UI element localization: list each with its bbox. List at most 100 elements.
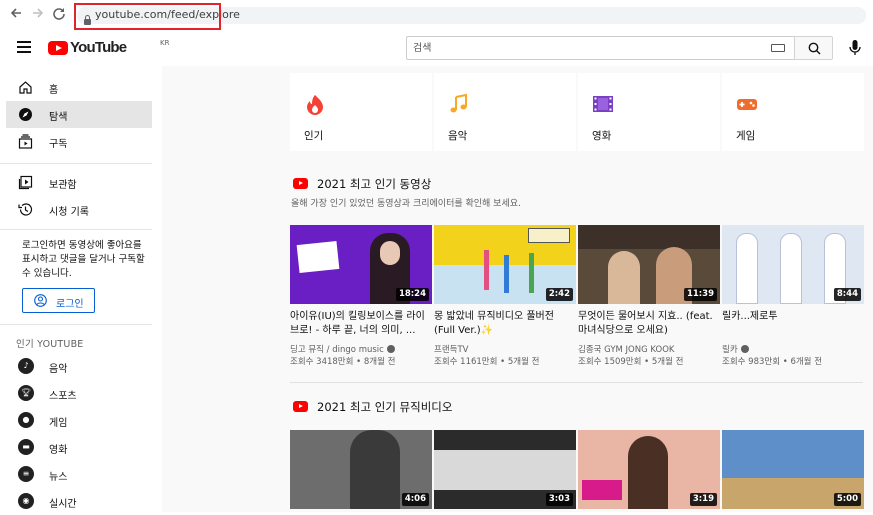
sidebar-item-label: 구독 [49, 139, 68, 150]
sidebar-item-history[interactable]: 시청 기록 [6, 196, 152, 223]
video-title[interactable]: 몽 밟았네 뮤직비디오 풀버전 (Full Ver.)✨ [434, 310, 572, 338]
search-box[interactable] [406, 36, 795, 60]
live-icon: ◉ [18, 493, 34, 509]
region-code: KR [160, 39, 170, 47]
video-duration: 11:39 [683, 288, 717, 301]
forward-icon[interactable] [30, 6, 46, 24]
movie-icon: ▬ [18, 439, 34, 455]
category-card-trending[interactable]: 인기 [290, 73, 432, 151]
explore-main: 인기 음악 영화 게임 2021 최고 인기 동영상 올해 가장 인기 있었던 … [162, 66, 873, 512]
subscriptions-icon [18, 134, 33, 149]
section-subtitle: 올해 가장 인기 있었던 동영상과 크리에이터를 확인해 보세요. [291, 199, 521, 209]
login-button-label: 로그인 [56, 299, 84, 310]
history-icon [18, 203, 33, 216]
search-input[interactable] [413, 41, 753, 56]
video-thumbnail[interactable]: 8:44 [722, 225, 864, 304]
video-duration: 8:44 [833, 288, 861, 301]
sidebar-item-label: 홈 [49, 85, 59, 96]
youtube-mini-logo-icon [293, 178, 308, 189]
video-thumbnail[interactable]: 11:39 [578, 225, 720, 304]
channel-name[interactable]: 프랜득TV [434, 343, 468, 355]
video-thumbnail[interactable]: 3:19 [578, 430, 720, 509]
video-thumbnail[interactable]: 4:06 [290, 430, 432, 509]
sidebar-item-label: 영화 [49, 445, 68, 456]
sidebar-divider [0, 229, 152, 230]
sidebar-item-subscriptions[interactable]: 구독 [6, 128, 152, 155]
channel-name[interactable]: 딩고 뮤직 / dingo music [290, 343, 395, 355]
sidebar-item-explore[interactable]: 탐색 [6, 101, 152, 128]
browser-toolbar: youtube.com/feed/explore [0, 0, 873, 30]
category-card-gaming[interactable]: 게임 [722, 73, 864, 151]
music-icon: ♪ [18, 358, 34, 374]
video-duration: 4:06 [401, 493, 429, 506]
sidebar-divider [0, 163, 152, 164]
section-title: 2021 최고 인기 동영상 [317, 177, 432, 191]
youtube-mini-logo-icon [293, 401, 308, 412]
popular-youtube-heading: 인기 YOUTUBE [16, 339, 84, 350]
category-label: 음악 [448, 130, 468, 142]
sidebar-item-gaming[interactable]: ● 게임 [6, 407, 152, 434]
channel-name[interactable]: 김종국 GYM JONG KOOK [578, 343, 674, 355]
reload-icon[interactable] [51, 6, 67, 24]
video-title[interactable]: 아이유(IU)의 킬링보이스를 라이브로! - 하루 끝, 너의 의미, ... [290, 310, 428, 338]
video-meta: 조회수 3418만회 • 8개월 전 [290, 357, 396, 367]
section-title: 2021 최고 인기 뮤직비디오 [317, 400, 453, 414]
keyboard-icon[interactable] [771, 44, 785, 52]
sidebar-divider [0, 324, 152, 325]
video-thumbnail[interactable]: 18:24 [290, 225, 432, 304]
video-meta: 조회수 983만회 • 6개월 전 [722, 357, 823, 367]
category-card-movies[interactable]: 영화 [578, 73, 720, 151]
sidebar-item-home[interactable]: 홈 [6, 74, 152, 101]
sidebar-item-label: 게임 [49, 418, 68, 429]
sidebar-item-library[interactable]: 보관함 [6, 169, 152, 196]
video-duration: 3:19 [689, 493, 717, 506]
youtube-play-icon [48, 41, 68, 55]
microphone-icon[interactable] [848, 39, 862, 57]
video-thumbnail[interactable]: 5:00 [722, 430, 864, 509]
flame-icon [307, 95, 323, 115]
category-label: 인기 [304, 130, 324, 142]
login-prompt-text: 로그인하면 동영상에 좋아요를 표시하고 댓글을 달거나 구독할 수 있습니다. [22, 240, 145, 279]
video-duration: 5:00 [833, 493, 861, 506]
video-thumbnail[interactable]: 2:42 [434, 225, 576, 304]
sidebar-item-sports[interactable]: 🏆︎ 스포츠 [6, 380, 152, 407]
account-icon [34, 294, 47, 307]
sidebar-item-live[interactable]: ◉ 실시간 [6, 488, 152, 515]
music-note-icon [450, 93, 467, 113]
sidebar-item-label: 실시간 [49, 499, 77, 510]
compass-icon [19, 108, 32, 121]
menu-icon[interactable] [17, 41, 31, 53]
video-meta: 조회수 1509만회 • 5개월 전 [578, 357, 684, 367]
sidebar-item-label: 음악 [49, 364, 68, 375]
video-title[interactable]: 무엇이든 물어보시 지효.. (feat. 마녀식당으로 오세요) [578, 310, 716, 338]
video-duration: 18:24 [395, 288, 429, 301]
url-highlight-box [74, 3, 221, 30]
sidebar: 홈 탐색 구독 보관함 시청 기록 로그인하면 동영상에 좋아요를 표시하고 댓… [0, 66, 162, 512]
verified-icon [740, 345, 749, 353]
back-icon[interactable] [8, 6, 24, 24]
category-label: 게임 [736, 130, 756, 142]
sidebar-item-label: 뉴스 [49, 472, 68, 483]
library-icon [18, 175, 33, 190]
sidebar-item-label: 스포츠 [49, 391, 77, 402]
section-divider [290, 382, 863, 383]
logo-text: YouTube [70, 39, 127, 56]
video-meta: 조회수 1161만회 • 5개월 전 [434, 357, 540, 367]
trophy-icon: 🏆︎ [18, 385, 34, 401]
channel-name[interactable]: 릴카 [722, 343, 749, 355]
youtube-header: YouTube KR [0, 30, 873, 66]
news-icon: ≡ [18, 466, 34, 482]
login-button[interactable]: 로그인 [22, 288, 95, 313]
gamepad-icon: ● [18, 412, 34, 428]
sidebar-item-news[interactable]: ≡ 뉴스 [6, 461, 152, 488]
category-card-music[interactable]: 음악 [434, 73, 576, 151]
gamepad-icon [737, 99, 757, 110]
video-duration: 2:42 [545, 288, 573, 301]
video-duration: 3:03 [545, 493, 573, 506]
film-icon [593, 96, 613, 112]
video-title[interactable]: 릴카...제로투 [722, 310, 860, 324]
sidebar-item-music[interactable]: ♪ 음악 [6, 353, 152, 380]
sidebar-item-movies[interactable]: ▬ 영화 [6, 434, 152, 461]
video-thumbnail[interactable]: 3:03 [434, 430, 576, 509]
search-button[interactable] [794, 36, 833, 60]
